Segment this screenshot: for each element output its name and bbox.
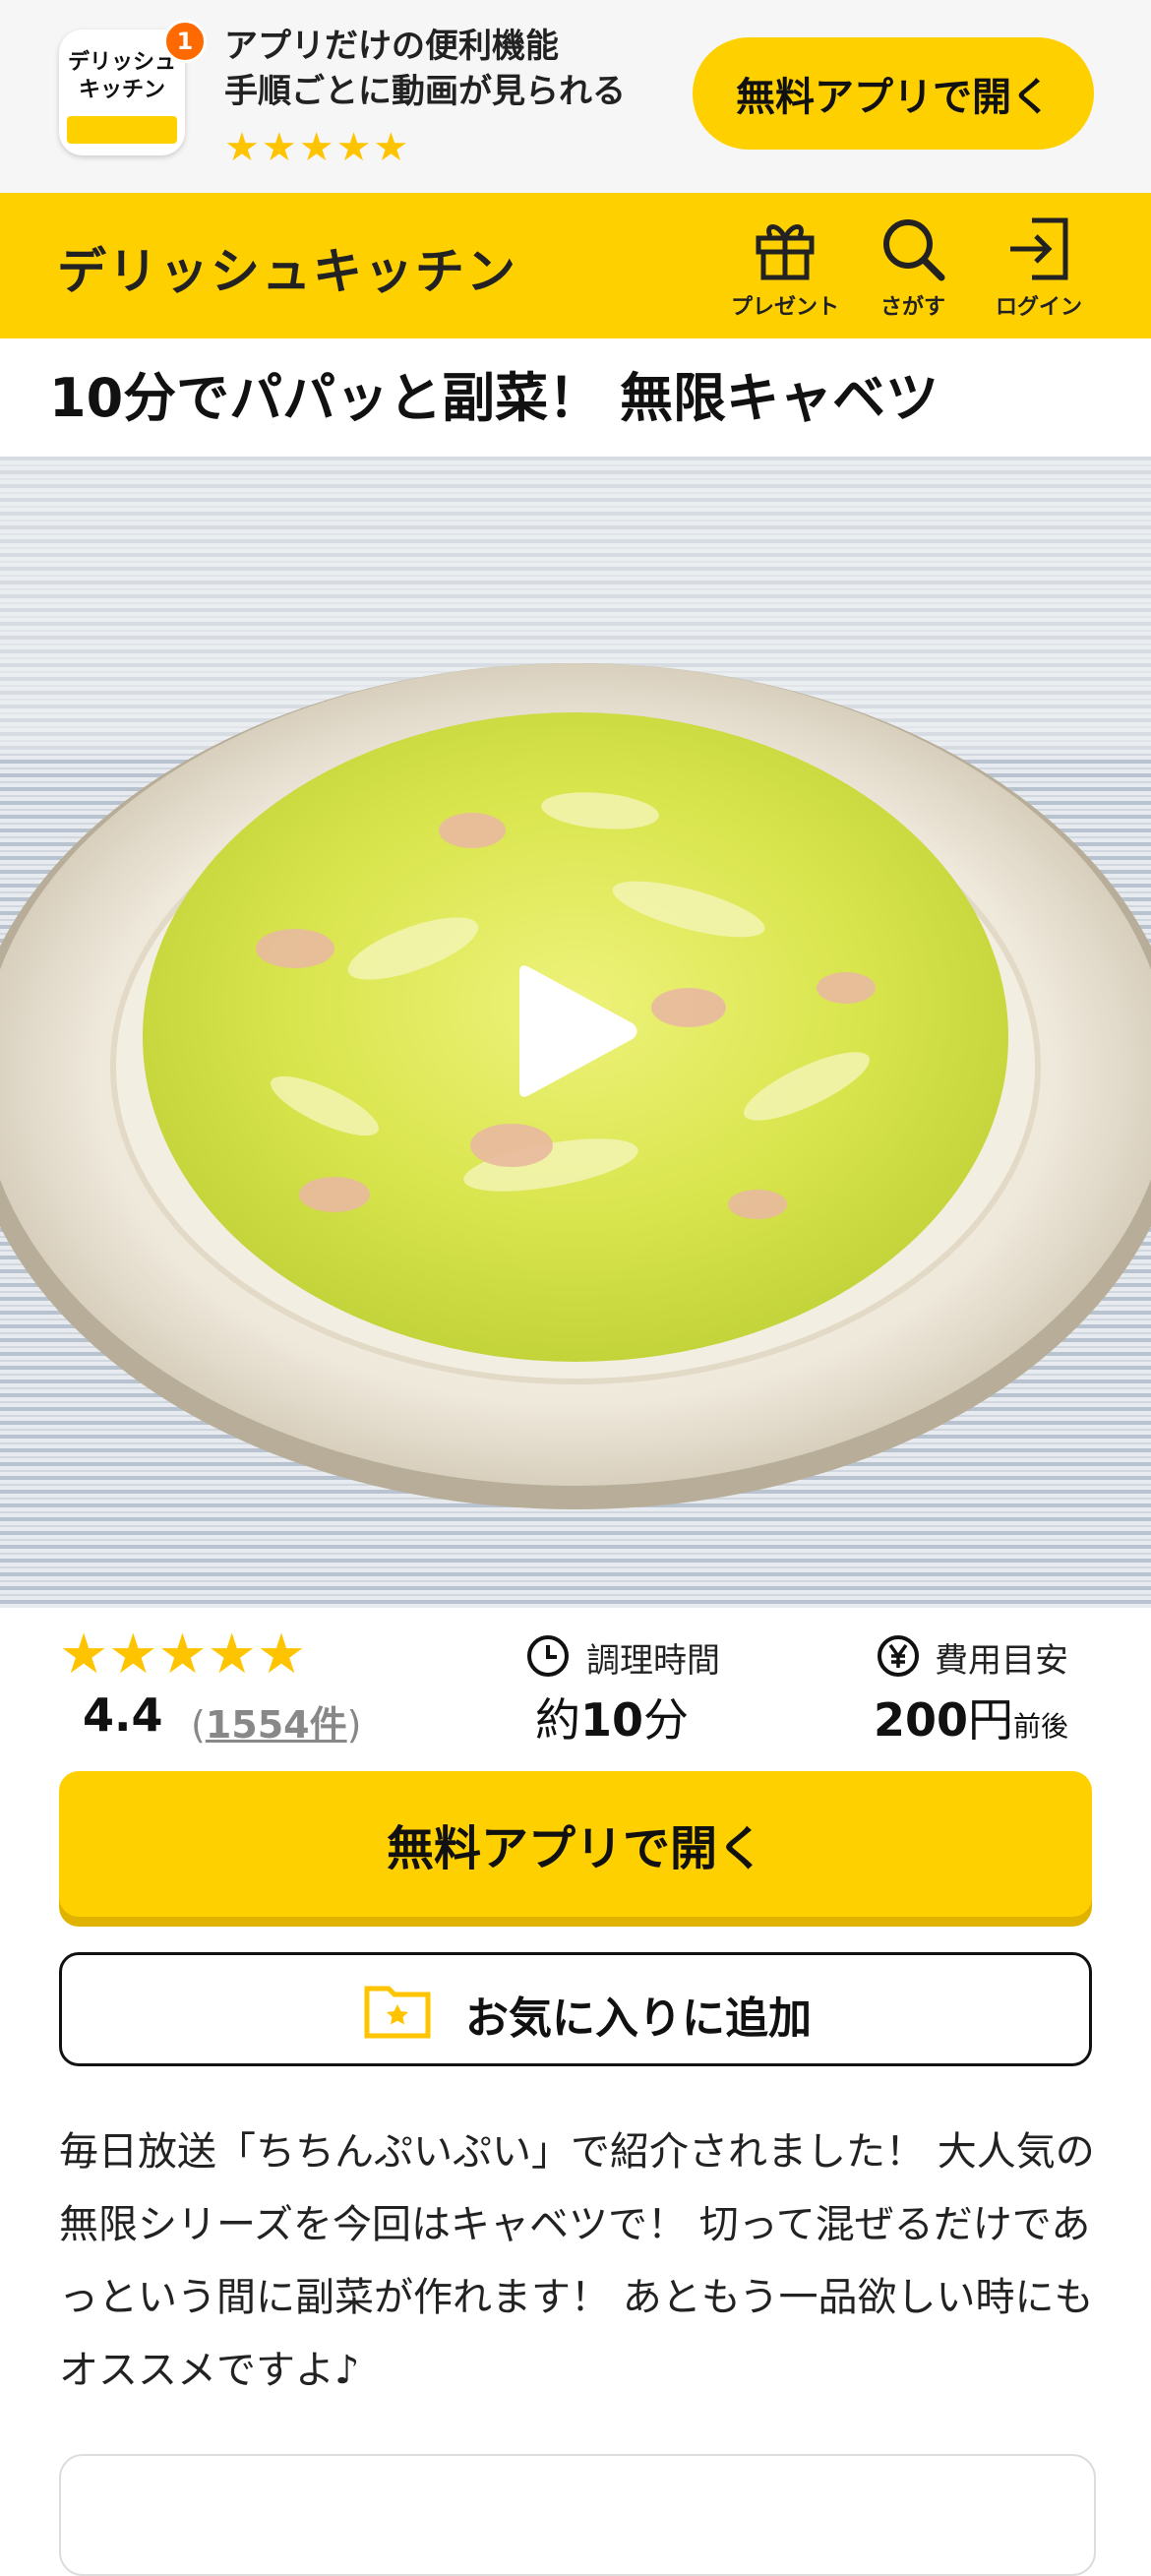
clock-icon: [527, 1635, 569, 1677]
cooking-time-number: 10: [580, 1693, 644, 1747]
add-favorite-button[interactable]: お気に入りに追加: [59, 1952, 1092, 2066]
review-count-open-paren: (: [191, 1703, 206, 1747]
review-count[interactable]: (1554件): [191, 1694, 361, 1748]
login-label: ログイン: [995, 295, 1082, 320]
add-favorite-label: お気に入りに追加: [465, 1993, 812, 2044]
login-icon: [1010, 217, 1068, 280]
search-label: さがす: [879, 295, 945, 320]
site-logo[interactable]: デリッシュキッチン: [57, 232, 517, 303]
cooking-time-value: 約10分: [535, 1685, 689, 1749]
open-app-button-top[interactable]: 無料アプリで開く: [693, 37, 1094, 150]
app-promo-line1: アプリだけの便利機能: [224, 27, 559, 66]
play-icon[interactable]: [510, 962, 641, 1100]
next-section-card: [59, 2454, 1096, 2576]
recipe-rating-stars: ★★★★★: [59, 1623, 307, 1687]
app-icon-label: デリッシュ キッチン: [67, 50, 176, 102]
recipe-description: 毎日放送「ちちんぷいぷい」で紹介されました！ 大人気の無限シリーズを今回はキャベ…: [59, 2129, 1095, 2393]
app-icon-bar: [67, 116, 177, 144]
search-icon: [883, 219, 945, 281]
app-promo-text: アプリだけの便利機能 手順ごとに動画が見られる: [224, 24, 626, 114]
favorite-folder-icon: [364, 1986, 431, 2039]
cost-value: 200円前後: [874, 1685, 1068, 1749]
review-count-close-paren: ): [346, 1703, 362, 1747]
open-app-button[interactable]: 無料アプリで開く: [59, 1771, 1092, 1917]
gift-icon: [756, 224, 815, 280]
login-button[interactable]: ログイン: [980, 209, 1098, 323]
cooking-time-unit: 分: [643, 1693, 690, 1747]
cooking-time-prefix: 約: [535, 1693, 580, 1747]
cost-number: 200: [874, 1693, 969, 1747]
cost-unit: 円: [968, 1693, 1014, 1747]
recipe-rating-value: 4.4: [83, 1688, 163, 1742]
yen-icon: [878, 1635, 919, 1677]
cost-label: 費用目安: [935, 1641, 1068, 1681]
app-promo-line2: 手順ごとに動画が見られる: [224, 72, 626, 111]
app-download-banner: デリッシュ キッチン 1 アプリだけの便利機能 手順ごとに動画が見られる ★★★…: [0, 0, 1151, 193]
cooking-time-label: 調理時間: [586, 1641, 720, 1681]
notification-badge: 1: [163, 20, 207, 63]
search-button[interactable]: さがす: [854, 209, 972, 323]
recipe-title: 10分でパパッと副菜！ 無限キャベツ: [49, 367, 939, 429]
present-button[interactable]: プレゼント: [726, 209, 844, 323]
cost-suffix: 前後: [1013, 1710, 1069, 1743]
present-label: プレゼント: [730, 295, 839, 320]
review-count-link[interactable]: 1554件: [206, 1703, 347, 1747]
app-rating-stars: ★★★★★: [224, 125, 411, 170]
